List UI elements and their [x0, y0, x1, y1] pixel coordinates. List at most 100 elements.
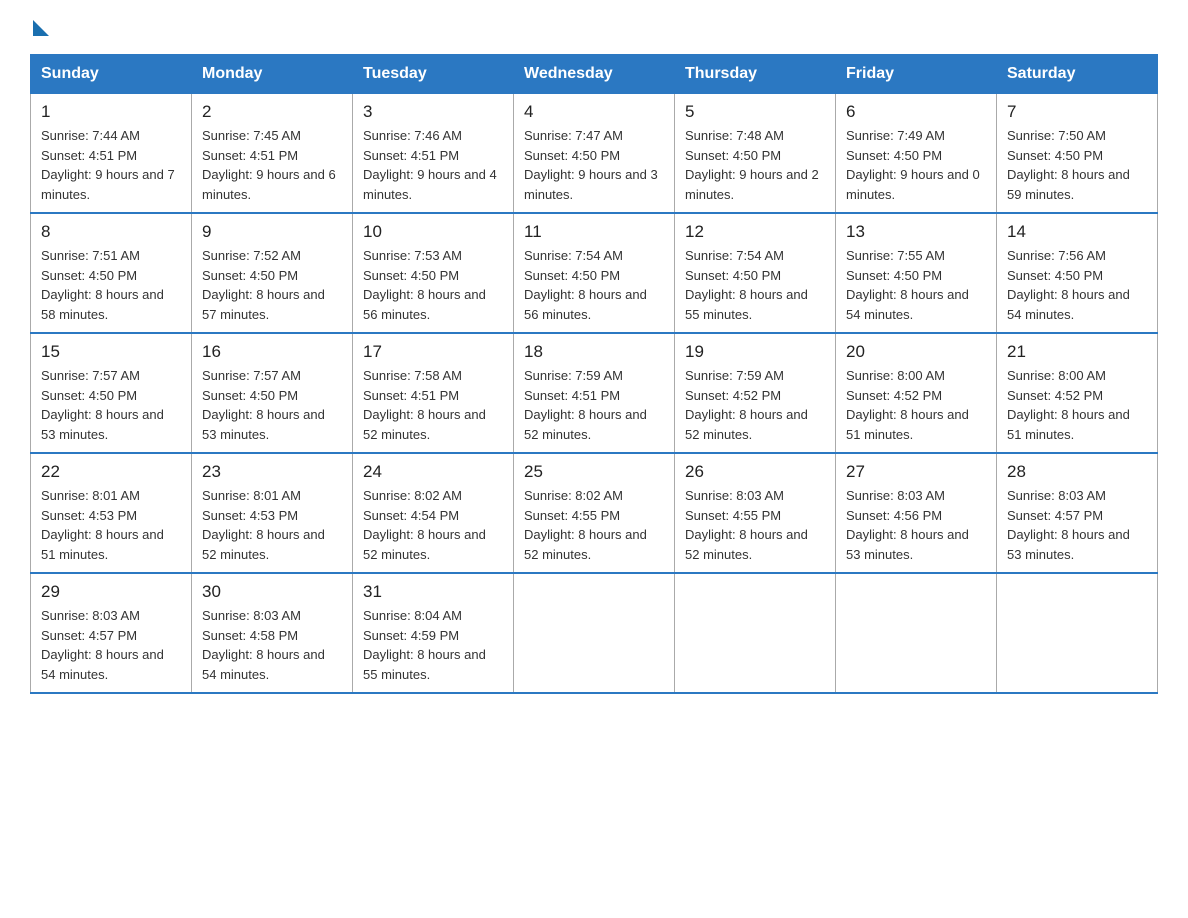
day-number: 8: [41, 222, 181, 242]
day-number: 22: [41, 462, 181, 482]
weekday-header-wednesday: Wednesday: [514, 55, 675, 94]
calendar-day-cell: 21 Sunrise: 8:00 AMSunset: 4:52 PMDaylig…: [997, 333, 1158, 453]
day-info: Sunrise: 7:57 AMSunset: 4:50 PMDaylight:…: [41, 366, 181, 444]
day-number: 2: [202, 102, 342, 122]
day-number: 26: [685, 462, 825, 482]
day-info: Sunrise: 8:03 AMSunset: 4:55 PMDaylight:…: [685, 486, 825, 564]
calendar-day-cell: 19 Sunrise: 7:59 AMSunset: 4:52 PMDaylig…: [675, 333, 836, 453]
day-number: 7: [1007, 102, 1147, 122]
day-info: Sunrise: 8:04 AMSunset: 4:59 PMDaylight:…: [363, 606, 503, 684]
day-info: Sunrise: 7:48 AMSunset: 4:50 PMDaylight:…: [685, 126, 825, 204]
calendar-day-cell: 2 Sunrise: 7:45 AMSunset: 4:51 PMDayligh…: [192, 94, 353, 214]
weekday-header-friday: Friday: [836, 55, 997, 94]
day-info: Sunrise: 7:46 AMSunset: 4:51 PMDaylight:…: [363, 126, 503, 204]
day-info: Sunrise: 7:55 AMSunset: 4:50 PMDaylight:…: [846, 246, 986, 324]
calendar-day-cell: [997, 573, 1158, 693]
day-number: 13: [846, 222, 986, 242]
calendar-day-cell: [836, 573, 997, 693]
day-info: Sunrise: 8:03 AMSunset: 4:57 PMDaylight:…: [41, 606, 181, 684]
calendar-week-row: 1 Sunrise: 7:44 AMSunset: 4:51 PMDayligh…: [31, 94, 1158, 214]
day-number: 18: [524, 342, 664, 362]
day-info: Sunrise: 7:47 AMSunset: 4:50 PMDaylight:…: [524, 126, 664, 204]
day-number: 4: [524, 102, 664, 122]
day-info: Sunrise: 7:54 AMSunset: 4:50 PMDaylight:…: [685, 246, 825, 324]
day-number: 28: [1007, 462, 1147, 482]
calendar-day-cell: 30 Sunrise: 8:03 AMSunset: 4:58 PMDaylig…: [192, 573, 353, 693]
day-info: Sunrise: 7:59 AMSunset: 4:51 PMDaylight:…: [524, 366, 664, 444]
day-number: 25: [524, 462, 664, 482]
day-info: Sunrise: 7:44 AMSunset: 4:51 PMDaylight:…: [41, 126, 181, 204]
day-number: 12: [685, 222, 825, 242]
day-number: 29: [41, 582, 181, 602]
calendar-day-cell: 24 Sunrise: 8:02 AMSunset: 4:54 PMDaylig…: [353, 453, 514, 573]
day-info: Sunrise: 8:01 AMSunset: 4:53 PMDaylight:…: [202, 486, 342, 564]
day-number: 16: [202, 342, 342, 362]
calendar-day-cell: 18 Sunrise: 7:59 AMSunset: 4:51 PMDaylig…: [514, 333, 675, 453]
logo: [30, 20, 49, 36]
calendar-day-cell: 20 Sunrise: 8:00 AMSunset: 4:52 PMDaylig…: [836, 333, 997, 453]
day-info: Sunrise: 7:51 AMSunset: 4:50 PMDaylight:…: [41, 246, 181, 324]
calendar-day-cell: [514, 573, 675, 693]
day-info: Sunrise: 8:00 AMSunset: 4:52 PMDaylight:…: [1007, 366, 1147, 444]
day-info: Sunrise: 8:00 AMSunset: 4:52 PMDaylight:…: [846, 366, 986, 444]
day-info: Sunrise: 8:01 AMSunset: 4:53 PMDaylight:…: [41, 486, 181, 564]
day-number: 30: [202, 582, 342, 602]
weekday-header-monday: Monday: [192, 55, 353, 94]
day-info: Sunrise: 7:45 AMSunset: 4:51 PMDaylight:…: [202, 126, 342, 204]
day-info: Sunrise: 7:50 AMSunset: 4:50 PMDaylight:…: [1007, 126, 1147, 204]
calendar-week-row: 22 Sunrise: 8:01 AMSunset: 4:53 PMDaylig…: [31, 453, 1158, 573]
day-info: Sunrise: 7:59 AMSunset: 4:52 PMDaylight:…: [685, 366, 825, 444]
day-number: 21: [1007, 342, 1147, 362]
calendar-day-cell: 16 Sunrise: 7:57 AMSunset: 4:50 PMDaylig…: [192, 333, 353, 453]
page-header: [30, 20, 1158, 36]
calendar-day-cell: 26 Sunrise: 8:03 AMSunset: 4:55 PMDaylig…: [675, 453, 836, 573]
calendar-day-cell: 6 Sunrise: 7:49 AMSunset: 4:50 PMDayligh…: [836, 94, 997, 214]
day-info: Sunrise: 8:03 AMSunset: 4:58 PMDaylight:…: [202, 606, 342, 684]
calendar-day-cell: 23 Sunrise: 8:01 AMSunset: 4:53 PMDaylig…: [192, 453, 353, 573]
calendar-table: SundayMondayTuesdayWednesdayThursdayFrid…: [30, 54, 1158, 694]
day-info: Sunrise: 8:03 AMSunset: 4:56 PMDaylight:…: [846, 486, 986, 564]
day-info: Sunrise: 7:53 AMSunset: 4:50 PMDaylight:…: [363, 246, 503, 324]
calendar-day-cell: 8 Sunrise: 7:51 AMSunset: 4:50 PMDayligh…: [31, 213, 192, 333]
calendar-day-cell: 22 Sunrise: 8:01 AMSunset: 4:53 PMDaylig…: [31, 453, 192, 573]
weekday-header-tuesday: Tuesday: [353, 55, 514, 94]
day-number: 24: [363, 462, 503, 482]
calendar-day-cell: 31 Sunrise: 8:04 AMSunset: 4:59 PMDaylig…: [353, 573, 514, 693]
day-info: Sunrise: 8:03 AMSunset: 4:57 PMDaylight:…: [1007, 486, 1147, 564]
day-number: 5: [685, 102, 825, 122]
day-number: 9: [202, 222, 342, 242]
calendar-day-cell: 17 Sunrise: 7:58 AMSunset: 4:51 PMDaylig…: [353, 333, 514, 453]
calendar-day-cell: 5 Sunrise: 7:48 AMSunset: 4:50 PMDayligh…: [675, 94, 836, 214]
calendar-day-cell: 9 Sunrise: 7:52 AMSunset: 4:50 PMDayligh…: [192, 213, 353, 333]
calendar-day-cell: 1 Sunrise: 7:44 AMSunset: 4:51 PMDayligh…: [31, 94, 192, 214]
weekday-header-row: SundayMondayTuesdayWednesdayThursdayFrid…: [31, 55, 1158, 94]
day-info: Sunrise: 7:52 AMSunset: 4:50 PMDaylight:…: [202, 246, 342, 324]
day-info: Sunrise: 7:56 AMSunset: 4:50 PMDaylight:…: [1007, 246, 1147, 324]
weekday-header-saturday: Saturday: [997, 55, 1158, 94]
calendar-day-cell: 25 Sunrise: 8:02 AMSunset: 4:55 PMDaylig…: [514, 453, 675, 573]
day-info: Sunrise: 7:57 AMSunset: 4:50 PMDaylight:…: [202, 366, 342, 444]
calendar-day-cell: 15 Sunrise: 7:57 AMSunset: 4:50 PMDaylig…: [31, 333, 192, 453]
day-info: Sunrise: 7:54 AMSunset: 4:50 PMDaylight:…: [524, 246, 664, 324]
day-info: Sunrise: 7:58 AMSunset: 4:51 PMDaylight:…: [363, 366, 503, 444]
day-number: 20: [846, 342, 986, 362]
weekday-header-thursday: Thursday: [675, 55, 836, 94]
day-number: 14: [1007, 222, 1147, 242]
day-info: Sunrise: 8:02 AMSunset: 4:54 PMDaylight:…: [363, 486, 503, 564]
calendar-day-cell: 28 Sunrise: 8:03 AMSunset: 4:57 PMDaylig…: [997, 453, 1158, 573]
calendar-day-cell: 29 Sunrise: 8:03 AMSunset: 4:57 PMDaylig…: [31, 573, 192, 693]
day-info: Sunrise: 7:49 AMSunset: 4:50 PMDaylight:…: [846, 126, 986, 204]
calendar-week-row: 29 Sunrise: 8:03 AMSunset: 4:57 PMDaylig…: [31, 573, 1158, 693]
day-number: 27: [846, 462, 986, 482]
calendar-day-cell: 10 Sunrise: 7:53 AMSunset: 4:50 PMDaylig…: [353, 213, 514, 333]
day-number: 10: [363, 222, 503, 242]
logo-triangle-icon: [33, 20, 49, 36]
day-number: 6: [846, 102, 986, 122]
calendar-day-cell: 3 Sunrise: 7:46 AMSunset: 4:51 PMDayligh…: [353, 94, 514, 214]
calendar-week-row: 15 Sunrise: 7:57 AMSunset: 4:50 PMDaylig…: [31, 333, 1158, 453]
calendar-day-cell: 7 Sunrise: 7:50 AMSunset: 4:50 PMDayligh…: [997, 94, 1158, 214]
calendar-week-row: 8 Sunrise: 7:51 AMSunset: 4:50 PMDayligh…: [31, 213, 1158, 333]
weekday-header-sunday: Sunday: [31, 55, 192, 94]
day-number: 31: [363, 582, 503, 602]
calendar-day-cell: 4 Sunrise: 7:47 AMSunset: 4:50 PMDayligh…: [514, 94, 675, 214]
